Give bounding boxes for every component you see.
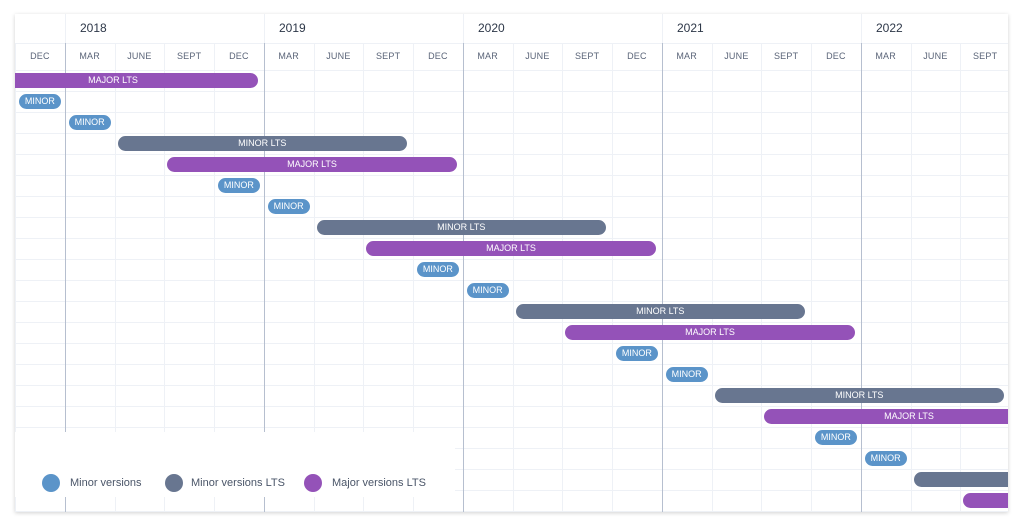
bar-minor: MINOR <box>267 199 310 214</box>
bar-minor: MINOR <box>68 115 111 130</box>
month-label: MAR <box>278 51 299 61</box>
column-gridline <box>811 43 812 512</box>
legend-label-minor: Minor versions <box>70 477 142 489</box>
bar-major-lts: MAJOR LTS <box>366 241 656 256</box>
row-gridline <box>15 196 1008 197</box>
year-label: 2020 <box>478 21 505 35</box>
bar-minor: MINOR <box>19 94 61 109</box>
month-label: MAR <box>79 51 100 61</box>
month-label: SEPT <box>773 51 799 61</box>
month-label: MAR <box>477 51 498 61</box>
row-gridline <box>15 91 1008 92</box>
bar-minor-lts: MINOR LTS <box>117 136 407 151</box>
bar-minor-lts <box>913 472 1008 487</box>
month-label: SEPT <box>176 51 202 61</box>
month-label: DEC <box>428 51 448 61</box>
month-label: JUNE <box>724 51 749 61</box>
column-gridline <box>612 43 613 512</box>
legend-dot-minor <box>42 474 60 492</box>
row-gridline <box>15 217 1008 218</box>
bar-minor-lts: MINOR LTS <box>714 388 1004 403</box>
month-label: DEC <box>826 51 846 61</box>
row-gridline <box>15 112 1008 113</box>
bar-major-lts: MAJOR LTS <box>565 325 855 340</box>
month-label: DEC <box>229 51 249 61</box>
month-label: DEC <box>627 51 647 61</box>
month-label: SEPT <box>972 51 998 61</box>
row-gridline <box>15 511 1008 512</box>
bar-minor: MINOR <box>417 262 459 277</box>
month-label: MAR <box>875 51 896 61</box>
column-gridline <box>911 43 912 512</box>
bar-minor: MINOR <box>616 346 658 361</box>
row-gridline <box>15 280 1008 281</box>
bar-major-lts: MAJOR LTS <box>15 73 258 88</box>
legend: Minor versions Minor versions LTS Major … <box>15 432 455 497</box>
column-gridline <box>960 43 961 512</box>
legend-label-minor-lts: Minor versions LTS <box>191 477 285 489</box>
year-label: 2021 <box>677 21 704 35</box>
legend-label-major-lts: Major versions LTS <box>332 477 426 489</box>
year-label: 2019 <box>279 21 306 35</box>
bar-minor: MINOR <box>665 367 708 382</box>
year-line <box>463 43 464 512</box>
bar-minor: MINOR <box>815 430 857 445</box>
row-gridline <box>15 70 1008 71</box>
month-label: JUNE <box>127 51 152 61</box>
bar-major-lts: MAJOR LTS <box>764 409 1008 424</box>
legend-dot-minor-lts <box>165 474 183 492</box>
month-label: SEPT <box>375 51 401 61</box>
month-label: JUNE <box>525 51 550 61</box>
month-label: DEC <box>30 51 50 61</box>
row-gridline <box>15 133 1008 134</box>
column-gridline <box>513 43 514 512</box>
column-gridline <box>562 43 563 512</box>
row-gridline <box>15 259 1008 260</box>
release-timeline-chart: 2018 2019 2020 2021 2022 DEC MAR JUNE SEPT DEC MAR… <box>15 14 1008 512</box>
column-gridline <box>712 43 713 512</box>
month-label: JUNE <box>326 51 351 61</box>
row-gridline <box>15 343 1008 344</box>
legend-dot-major-lts <box>304 474 322 492</box>
bar-minor: MINOR <box>864 451 907 466</box>
bar-major-lts <box>963 493 1008 508</box>
bar-minor: MINOR <box>466 283 509 298</box>
year-label: 2022 <box>876 21 903 35</box>
row-gridline <box>15 322 1008 323</box>
year-label: 2018 <box>80 21 107 35</box>
year-line <box>662 43 663 512</box>
month-label: SEPT <box>574 51 600 61</box>
row-gridline <box>15 406 1008 407</box>
month-label: JUNE <box>923 51 948 61</box>
column-gridline <box>761 43 762 512</box>
year-line <box>861 43 862 512</box>
row-gridline <box>15 175 1008 176</box>
row-gridline <box>15 238 1008 239</box>
row-gridline <box>15 427 1008 428</box>
bar-minor-lts: MINOR LTS <box>316 220 606 235</box>
row-gridline <box>15 364 1008 365</box>
row-gridline <box>15 385 1008 386</box>
row-gridline <box>15 154 1008 155</box>
bar-minor-lts: MINOR LTS <box>515 304 805 319</box>
row-gridline <box>15 301 1008 302</box>
bar-major-lts: MAJOR LTS <box>167 157 457 172</box>
month-label: MAR <box>676 51 697 61</box>
bar-minor: MINOR <box>218 178 260 193</box>
